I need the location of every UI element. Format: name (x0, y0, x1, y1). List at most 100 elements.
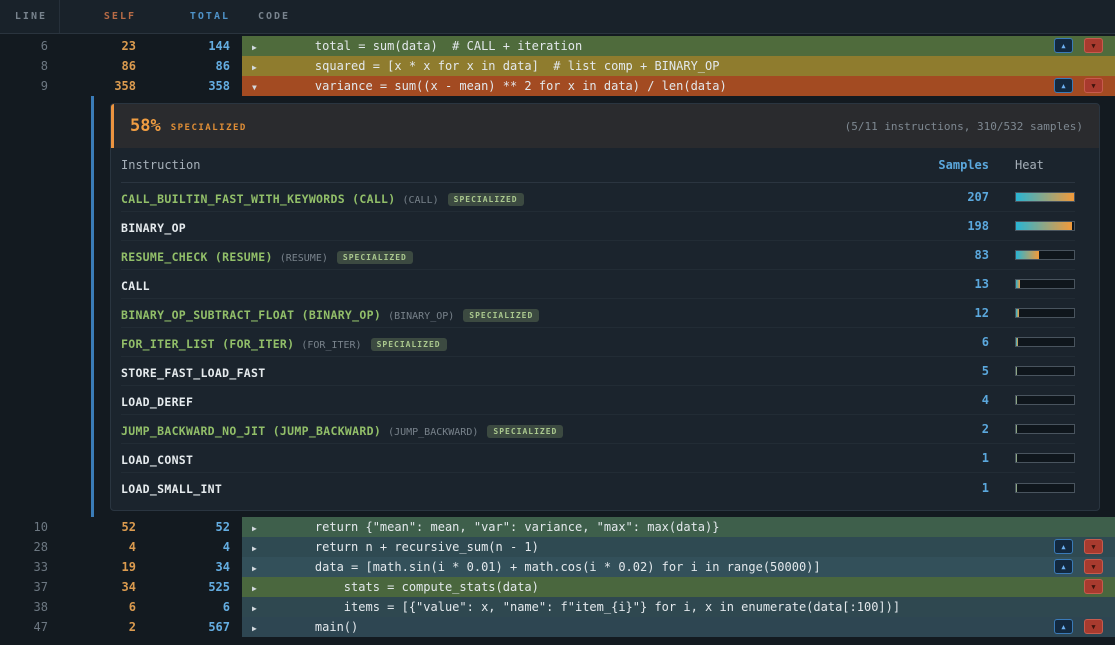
code-cell[interactable]: ▶ return {"mean": mean, "var": variance,… (242, 517, 1115, 537)
instruction-samples: 198 (919, 219, 989, 233)
specialized-badge: SPECIALIZED (487, 425, 563, 438)
line-number: 10 (0, 517, 60, 537)
code-line-row[interactable]: 33 19 34 ▶ data = [math.sin(i * 0.01) + … (0, 557, 1115, 577)
code-cell[interactable]: ▶ return n + recursive_sum(n - 1)▲▼ (242, 537, 1115, 557)
instruction-name: JUMP_BACKWARD_NO_JIT (JUMP_BACKWARD) (121, 424, 381, 438)
code-line-row[interactable]: 28 4 4 ▶ return n + recursive_sum(n - 1)… (0, 537, 1115, 557)
jump-down-button[interactable]: ▼ (1084, 38, 1103, 53)
instruction-row: BINARY_OP_SUBTRACT_FLOAT (BINARY_OP)(BIN… (121, 299, 1075, 328)
self-samples: 34 (60, 577, 148, 597)
specialization-panel: 58% SPECIALIZED (5/11 instructions, 310/… (110, 103, 1100, 511)
expand-arrow-icon[interactable]: ▶ (242, 619, 286, 637)
self-samples: 86 (60, 56, 148, 76)
total-samples: 86 (148, 56, 240, 76)
jump-down-button[interactable]: ▼ (1084, 539, 1103, 554)
heat-bar-fill (1016, 367, 1017, 375)
heat-bar (1015, 221, 1075, 231)
code-text: stats = compute_stats(data) (286, 580, 539, 594)
code-cell[interactable]: ▶ stats = compute_stats(data) ▲▼ (242, 577, 1115, 597)
code-line-row[interactable]: 38 6 6 ▶ items = [{"value": x, "name": f… (0, 597, 1115, 617)
specialized-badge: SPECIALIZED (448, 193, 524, 206)
jump-down-button[interactable]: ▼ (1084, 579, 1103, 594)
instruction-name: LOAD_SMALL_INT (121, 482, 222, 496)
code-text: total = sum(data) # CALL + iteration (286, 39, 582, 53)
heat-bar-fill (1016, 222, 1072, 230)
code-line-row[interactable]: 6 23 144 ▶ total = sum(data) # CALL + it… (0, 36, 1115, 56)
code-text: return {"mean": mean, "var": variance, "… (286, 520, 719, 534)
jump-up-button[interactable]: ▲ (1054, 78, 1073, 93)
expand-arrow-icon[interactable]: ▶ (242, 539, 286, 557)
code-cell[interactable]: ▶ total = sum(data) # CALL + iteration ▲ ▼ (242, 36, 1115, 56)
total-samples: 6 (148, 597, 240, 617)
col-header-total[interactable]: TOTAL (148, 0, 240, 33)
code-cell[interactable]: ▶ main() ▲ ▼ (242, 617, 1115, 637)
heat-bar-fill (1016, 251, 1039, 259)
expand-arrow-icon[interactable]: ▶ (242, 519, 286, 537)
code-line-row[interactable]: 37 34 525 ▶ stats = compute_stats(data)▲… (0, 577, 1115, 597)
expand-arrow-icon[interactable]: ▼ (242, 78, 286, 96)
self-samples: 2 (60, 617, 148, 637)
code-line-row[interactable]: 8 86 86 ▶ squared = [x * x for x in data… (0, 56, 1115, 76)
total-samples: 525 (148, 577, 240, 597)
code-cell[interactable]: ▶ data = [math.sin(i * 0.01) + math.cos(… (242, 557, 1115, 577)
heat-column-header: Heat (1015, 158, 1075, 172)
code-text: items = [{"value": x, "name": f"item_{i}… (286, 600, 900, 614)
line-number: 9 (0, 76, 60, 96)
specialized-badge: SPECIALIZED (463, 309, 539, 322)
expand-arrow-icon[interactable]: ▶ (242, 58, 286, 76)
instruction-row: FOR_ITER_LIST (FOR_ITER)(FOR_ITER)SPECIA… (121, 328, 1075, 357)
total-samples: 567 (148, 617, 240, 637)
jump-up-button[interactable]: ▲ (1054, 559, 1073, 574)
self-samples: 23 (60, 36, 148, 56)
heat-bar (1015, 192, 1075, 202)
expand-arrow-icon[interactable]: ▶ (242, 559, 286, 577)
total-samples: 52 (148, 517, 240, 537)
instruction-name-cell: CALL (121, 275, 919, 294)
expand-arrow-icon[interactable]: ▶ (242, 38, 286, 56)
instruction-name-cell: LOAD_DEREF (121, 391, 919, 410)
line-number: 8 (0, 56, 60, 76)
code-cell[interactable]: ▶ items = [{"value": x, "name": f"item_{… (242, 597, 1115, 617)
total-samples: 4 (148, 537, 240, 557)
instruction-name-cell: JUMP_BACKWARD_NO_JIT (JUMP_BACKWARD)(JUM… (121, 420, 919, 439)
expand-arrow-icon[interactable]: ▶ (242, 599, 286, 617)
code-rows-top: 6 23 144 ▶ total = sum(data) # CALL + it… (0, 36, 1115, 96)
instruction-samples: 2 (919, 422, 989, 436)
self-samples: 358 (60, 76, 148, 96)
jump-down-button[interactable]: ▼ (1084, 619, 1103, 634)
specialized-badge: SPECIALIZED (371, 338, 447, 351)
heat-bar (1015, 366, 1075, 376)
instruction-name-cell: BINARY_OP (121, 217, 919, 236)
heat-bar (1015, 395, 1075, 405)
code-cell[interactable]: ▼ variance = sum((x - mean) ** 2 for x i… (242, 76, 1115, 96)
instruction-row: CALL 13 (121, 270, 1075, 299)
jump-up-button[interactable]: ▲ (1054, 38, 1073, 53)
expand-arrow-icon[interactable]: ▶ (242, 579, 286, 597)
instruction-row: LOAD_DEREF 4 (121, 386, 1075, 415)
instruction-name-cell: LOAD_SMALL_INT (121, 478, 919, 497)
code-line-row[interactable]: 9 358 358 ▼ variance = sum((x - mean) **… (0, 76, 1115, 96)
instruction-name: CALL (121, 279, 150, 293)
total-samples: 358 (148, 76, 240, 96)
jump-up-button[interactable]: ▲ (1054, 619, 1073, 634)
instruction-samples: 6 (919, 335, 989, 349)
row-nav-buttons: ▲▼ (1054, 559, 1103, 574)
code-text: main() (286, 620, 358, 634)
total-samples: 144 (148, 36, 240, 56)
samples-column-header[interactable]: Samples (919, 158, 989, 172)
row-nav-buttons: ▲▼ (1084, 579, 1103, 594)
code-rows-bottom: 10 52 52 ▶ return {"mean": mean, "var": … (0, 517, 1115, 637)
code-cell[interactable]: ▶ squared = [x * x for x in data] # list… (242, 56, 1115, 76)
instruction-samples: 4 (919, 393, 989, 407)
jump-down-button[interactable]: ▼ (1084, 78, 1103, 93)
jump-down-button[interactable]: ▼ (1084, 559, 1103, 574)
instruction-base-name: (RESUME) (280, 253, 328, 264)
code-line-row[interactable]: 47 2 567 ▶ main()▲▼ (0, 617, 1115, 637)
self-samples: 4 (60, 537, 148, 557)
col-header-self[interactable]: SELF (60, 0, 148, 33)
jump-up-button[interactable]: ▲ (1054, 539, 1073, 554)
code-line-row[interactable]: 10 52 52 ▶ return {"mean": mean, "var": … (0, 517, 1115, 537)
instruction-row: LOAD_CONST 1 (121, 444, 1075, 473)
instruction-base-name: (CALL) (403, 195, 439, 206)
self-samples: 19 (60, 557, 148, 577)
